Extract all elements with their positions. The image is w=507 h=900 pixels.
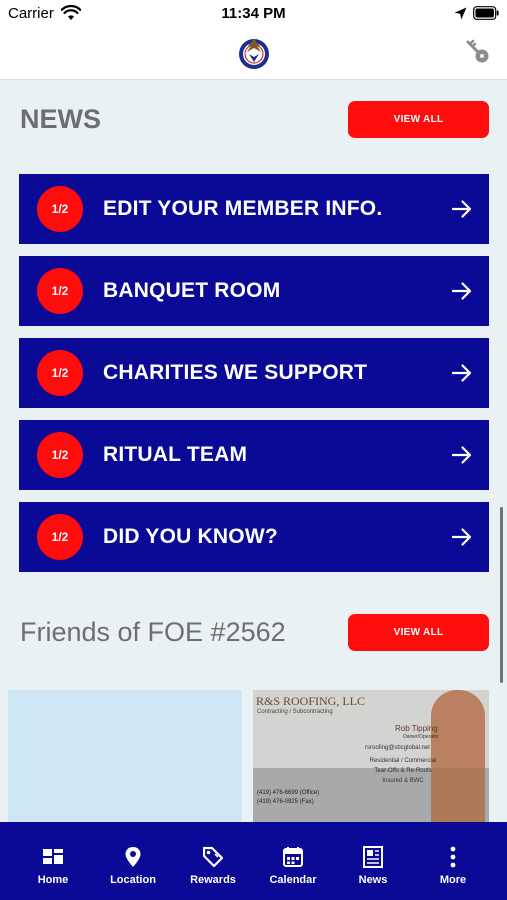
- news-item-label: BANQUET ROOM: [103, 279, 281, 302]
- arrow-right-icon: [451, 200, 472, 218]
- business-services: Residential / Commercial Tear-Offs & Re-…: [363, 756, 443, 786]
- news-icon: [363, 846, 383, 868]
- business-service: Residential / Commercial: [369, 758, 437, 764]
- business-name: R&S ROOFING, LLC: [256, 694, 366, 708]
- news-badge: 1/2: [37, 514, 83, 560]
- news-badge: 1/2: [37, 432, 83, 478]
- news-badge: 1/2: [37, 350, 83, 396]
- friend-card-rs-roofing[interactable]: R&S ROOFING, LLC Contracting / Subcontra…: [253, 690, 489, 822]
- tab-more[interactable]: More: [413, 822, 493, 900]
- news-item-label: DID YOU KNOW?: [103, 525, 278, 548]
- business-phone-fax: (419) 476-0925 (Fax): [257, 799, 314, 805]
- calendar-icon: [283, 847, 303, 867]
- news-item-ritual-team[interactable]: 1/2 RITUAL TEAM: [19, 420, 489, 490]
- tab-calendar[interactable]: Calendar: [253, 822, 333, 900]
- status-time: 11:34 PM: [221, 5, 286, 22]
- news-item-edit-member-info[interactable]: 1/2 EDIT YOUR MEMBER INFO.: [19, 174, 489, 244]
- friends-view-all-button[interactable]: VIEW ALL: [348, 614, 489, 651]
- arrow-right-icon: [451, 528, 472, 546]
- friend-card-image[interactable]: [8, 690, 242, 832]
- tab-rewards[interactable]: Rewards: [173, 822, 253, 900]
- scroll-indicator[interactable]: [500, 507, 503, 683]
- tab-news[interactable]: News: [333, 822, 413, 900]
- status-bar: Carrier 11:34 PM: [0, 0, 507, 28]
- news-section-title: NEWS: [20, 104, 101, 134]
- key-icon[interactable]: [465, 39, 491, 65]
- location-arrow-icon: [454, 7, 467, 20]
- app-header: [0, 28, 507, 80]
- business-subtitle: Contracting / Subcontracting: [257, 709, 333, 715]
- business-phones: (419) 476-6699 (Office) (419) 476-0925 (…: [257, 789, 319, 807]
- tab-label: Calendar: [269, 874, 317, 886]
- foe-eagle-logo-icon[interactable]: [237, 36, 271, 70]
- rewards-tag-icon: [203, 846, 223, 868]
- news-item-did-you-know[interactable]: 1/2 DID YOU KNOW?: [19, 502, 489, 572]
- news-item-banquet-room[interactable]: 1/2 BANQUET ROOM: [19, 256, 489, 326]
- tab-label: Rewards: [190, 874, 236, 886]
- tab-label: News: [358, 874, 388, 886]
- business-service: Tear-Offs & Re-Roofs: [374, 768, 432, 774]
- news-view-all-button[interactable]: VIEW ALL: [348, 101, 489, 138]
- business-email: rsroofing@sbcglobal.net: [365, 745, 430, 751]
- tab-label: More: [439, 874, 467, 886]
- business-phone-office: (419) 476-6699 (Office): [257, 790, 320, 796]
- home-grid-icon: [43, 849, 63, 864]
- friends-section-title: Friends of FOE #2562: [20, 617, 286, 647]
- tab-bar: Home Location Rewards Calendar News More: [0, 822, 507, 900]
- news-item-charities[interactable]: 1/2 CHARITIES WE SUPPORT: [19, 338, 489, 408]
- business-owner: Rob Tipping: [395, 724, 438, 733]
- more-dots-icon: [450, 846, 456, 868]
- arrow-right-icon: [451, 282, 472, 300]
- news-item-label: RITUAL TEAM: [103, 443, 248, 466]
- news-item-label: CHARITIES WE SUPPORT: [103, 361, 368, 384]
- battery-icon: [473, 6, 499, 20]
- arrow-right-icon: [451, 364, 472, 382]
- business-service: Insured & BWC: [382, 778, 424, 784]
- tab-label: Location: [110, 874, 156, 886]
- tab-home[interactable]: Home: [13, 822, 93, 900]
- friends-carousel[interactable]: R&S ROOFING, LLC Contracting / Subcontra…: [0, 690, 507, 832]
- tab-location[interactable]: Location: [93, 822, 173, 900]
- tab-label: Home: [37, 874, 69, 886]
- news-badge: 1/2: [37, 186, 83, 232]
- news-item-label: EDIT YOUR MEMBER INFO.: [103, 197, 383, 220]
- location-pin-icon: [125, 847, 141, 867]
- business-owner-role: Owner/Operator: [403, 734, 439, 740]
- news-badge: 1/2: [37, 268, 83, 314]
- arrow-right-icon: [451, 446, 472, 464]
